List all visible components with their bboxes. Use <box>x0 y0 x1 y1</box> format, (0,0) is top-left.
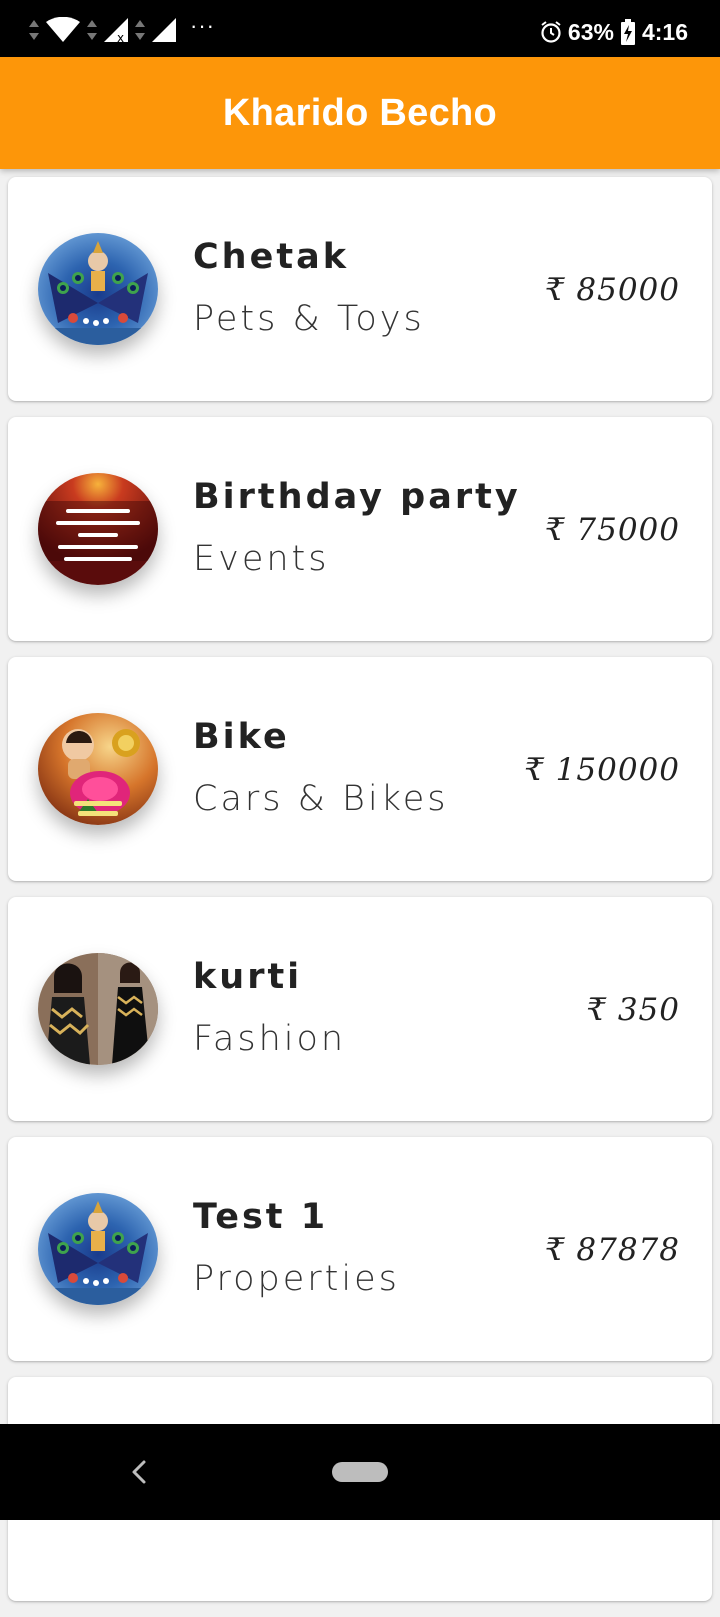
data-arrows-icon <box>135 20 145 40</box>
fashion-kurti-image <box>38 953 158 1065</box>
product-card[interactable]: Test 1 Properties ₹ 87878 <box>8 1137 712 1361</box>
item-category: Events <box>193 539 330 579</box>
product-list[interactable]: Chetak Pets & Toys ₹ 85000 Birthday part… <box>8 177 712 1617</box>
data-arrows-icon <box>87 20 97 40</box>
app-bar: Kharido Becho <box>0 57 720 169</box>
product-thumbnail <box>38 233 158 345</box>
wifi-icon <box>46 17 80 42</box>
quote-roses-image <box>38 473 158 585</box>
product-card[interactable]: Bike Cars & Bikes ₹ 150000 <box>8 657 712 881</box>
item-price: ₹ 75000 <box>544 512 680 548</box>
product-thumbnail <box>38 1193 158 1305</box>
peacock-krishna-image <box>38 1193 158 1305</box>
item-title: Test 1 <box>193 1197 329 1237</box>
item-category: Fashion <box>193 1019 347 1059</box>
item-title: Bike <box>193 717 290 757</box>
product-card[interactable]: Chetak Pets & Toys ₹ 85000 <box>8 177 712 401</box>
peacock-krishna-image <box>38 233 158 345</box>
item-title: kurti <box>193 957 303 997</box>
status-bar: x ··· 63% 4:16 <box>0 0 720 57</box>
good-morning-rose-image <box>38 713 158 825</box>
item-category: Cars & Bikes <box>193 779 449 819</box>
home-pill-icon[interactable] <box>332 1462 388 1482</box>
item-title: Chetak <box>193 237 349 277</box>
product-thumbnail <box>38 713 158 825</box>
clock: 4:16 <box>641 18 688 45</box>
item-price: ₹ 150000 <box>524 752 680 788</box>
item-category: Pets & Toys <box>193 299 425 339</box>
data-arrows-icon <box>29 20 39 40</box>
battery-percent: 63% <box>567 18 614 45</box>
product-card[interactable]: kurti Fashion ₹ 350 <box>8 897 712 1121</box>
alarm-icon <box>541 21 561 43</box>
item-title: Birthday party <box>193 477 521 517</box>
product-thumbnail <box>38 953 158 1065</box>
status-icons-right: 63% 4:16 <box>540 14 688 50</box>
battery-icon <box>620 19 635 45</box>
item-price: ₹ 350 <box>586 992 680 1028</box>
product-thumbnail <box>38 473 158 585</box>
item-price: ₹ 85000 <box>544 272 680 308</box>
svg-text:x: x <box>117 31 124 42</box>
item-price: ₹ 87878 <box>544 1232 680 1268</box>
back-icon[interactable] <box>124 1452 156 1492</box>
app-title: Kharido Becho <box>222 91 498 134</box>
status-icons-left: x ··· <box>28 13 215 46</box>
signal-icon: x <box>104 18 128 42</box>
item-category: Properties <box>193 1259 400 1299</box>
more-notifications-icon: ··· <box>190 13 215 38</box>
product-card[interactable]: Birthday party Events ₹ 75000 <box>8 417 712 641</box>
signal-2-icon <box>152 18 176 42</box>
navigation-bar <box>0 1424 720 1520</box>
